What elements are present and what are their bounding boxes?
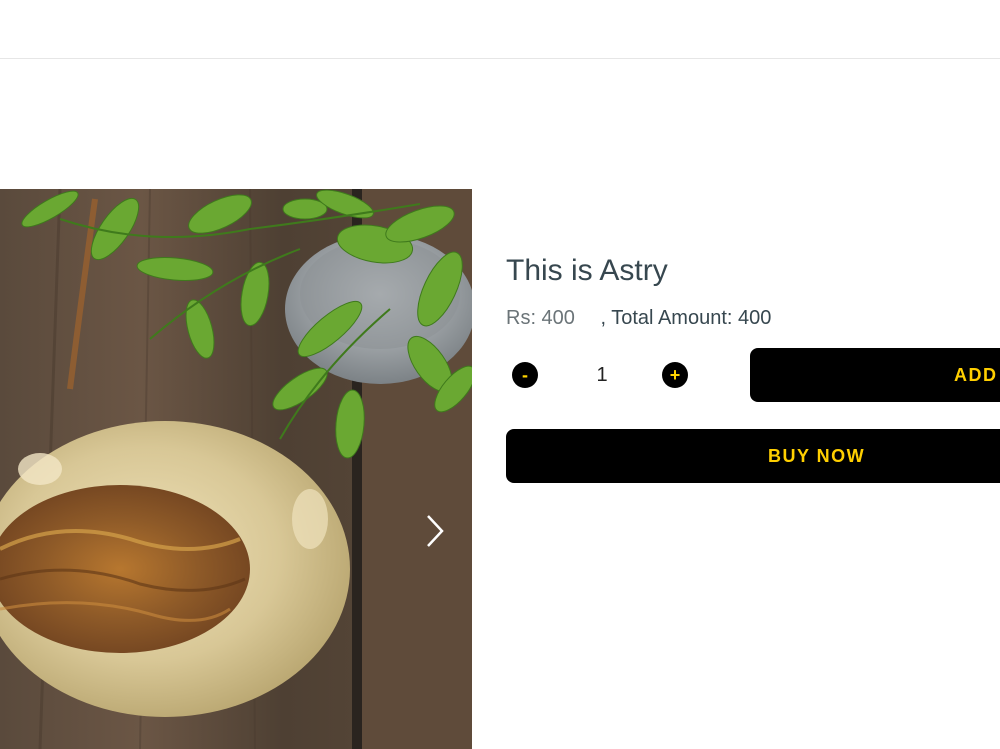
product-title: This is Astry	[506, 254, 668, 287]
site-header	[0, 0, 1000, 59]
product-image-gallery[interactable]	[0, 189, 472, 749]
unit-price: Rs: 400	[506, 307, 575, 329]
quantity-value: 1	[596, 364, 608, 386]
price-row: Rs: 400 , Total Amount: 400	[506, 307, 771, 330]
product-image	[0, 189, 472, 749]
add-to-cart-label: ADD TO CART	[954, 365, 1000, 385]
buy-now-label: BUY NOW	[768, 446, 866, 466]
add-to-cart-button[interactable]: ADD TO CART	[750, 348, 1000, 402]
quantity-stepper: - 1 + ADD TO CART	[506, 348, 1000, 404]
increase-quantity-button[interactable]: +	[662, 362, 688, 388]
buy-now-container: BUY NOW	[506, 429, 1000, 483]
chevron-right-icon[interactable]	[420, 511, 450, 551]
buy-now-button[interactable]: BUY NOW	[506, 429, 1000, 483]
decrease-quantity-button[interactable]: -	[512, 362, 538, 388]
total-amount: , Total Amount: 400	[600, 307, 772, 329]
